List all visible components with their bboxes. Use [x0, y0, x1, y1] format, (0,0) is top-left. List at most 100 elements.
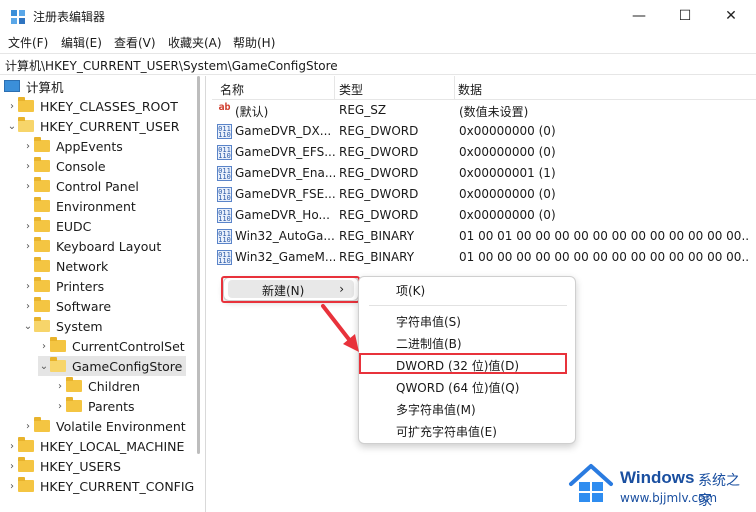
close-button[interactable]: ✕	[708, 0, 754, 32]
value-type: REG_BINARY	[339, 229, 415, 243]
tree-item-hkcr[interactable]: › HKEY_CLASSES_ROOT	[6, 96, 178, 116]
folder-icon	[18, 457, 34, 472]
chevron-right-icon[interactable]: ›	[22, 176, 34, 196]
tree-pane: 计算机 › HKEY_CLASSES_ROOT ⌄ HKEY_CURRENT_USE…	[0, 76, 206, 512]
tree-item-hklm[interactable]: › HKEY_LOCAL_MACHINE	[6, 436, 184, 456]
tree-item-printers[interactable]: › Printers	[22, 276, 104, 296]
binary-value-icon: 011 110	[217, 229, 232, 244]
table-row[interactable]: 011 110 Win32_GameM... REG_BINARY 01 00 …	[212, 247, 756, 268]
tree-item-hkcc[interactable]: › HKEY_CURRENT_CONFIG	[6, 476, 194, 496]
submenu-item-key[interactable]: 项(K)	[396, 282, 425, 299]
tree-item-label: HKEY_LOCAL_MACHINE	[40, 438, 185, 454]
value-data: 01 00 01 00 00 00 00 00 00 00 00 00 00 0…	[459, 229, 749, 243]
folder-icon	[34, 237, 50, 252]
folder-icon	[18, 477, 34, 492]
chevron-right-icon[interactable]: ›	[54, 396, 66, 416]
address-bar[interactable]: 计算机\HKEY_CURRENT_USER\System\GameConfigS…	[0, 53, 756, 75]
string-value-icon: ab	[218, 102, 231, 113]
tree-item-software[interactable]: › Software	[22, 296, 111, 316]
value-data: 0x00000000 (0)	[459, 187, 556, 201]
tree-item-label: System	[56, 318, 103, 334]
chevron-right-icon[interactable]: ›	[22, 136, 34, 156]
chevron-right-icon[interactable]: ›	[6, 436, 18, 456]
table-row[interactable]: 011 110 GameDVR_DX... REG_DWORD 0x000000…	[212, 121, 756, 142]
tree-item-computer[interactable]: 计算机	[4, 76, 64, 96]
submenu-item-expandable-string[interactable]: 可扩充字符串值(E)	[396, 423, 497, 440]
chevron-down-icon[interactable]: ⌄	[22, 316, 34, 336]
tree-item-hku[interactable]: › HKEY_USERS	[6, 456, 121, 476]
table-row[interactable]: 011 110 Win32_AutoGa... REG_BINARY 01 00…	[212, 226, 756, 247]
registry-editor-icon	[11, 10, 25, 24]
menu-edit[interactable]: 编辑(E)	[61, 34, 102, 51]
binary-value-icon: 011 110	[217, 208, 232, 223]
chevron-right-icon[interactable]: ›	[22, 296, 34, 316]
minimize-button[interactable]: —	[616, 0, 662, 32]
tree-item-label: CurrentControlSet	[72, 338, 185, 354]
table-row[interactable]: ab (默认) REG_SZ (数值未设置)	[212, 100, 756, 121]
tree-item-hkcu[interactable]: ⌄ HKEY_CURRENT_USER	[6, 116, 179, 136]
address-path[interactable]: 计算机\HKEY_CURRENT_USER\System\GameConfigS…	[5, 57, 338, 74]
tree-item-eudc[interactable]: › EUDC	[22, 216, 91, 236]
table-row[interactable]: 011 110 GameDVR_Ho... REG_DWORD 0x000000…	[212, 205, 756, 226]
chevron-right-icon[interactable]: ›	[6, 456, 18, 476]
chevron-down-icon[interactable]: ⌄	[6, 116, 18, 136]
tree-scrollbar[interactable]	[197, 76, 200, 454]
submenu-item-multi-string[interactable]: 多字符串值(M)	[396, 401, 476, 418]
folder-icon	[34, 177, 50, 192]
tree-item-gameconfigstore[interactable]: ⌄ GameConfigStore	[38, 356, 187, 376]
menu-file[interactable]: 文件(F)	[8, 34, 48, 51]
value-name: Win32_AutoGa...	[235, 229, 335, 243]
tree-item-children[interactable]: › Children	[54, 376, 140, 396]
chevron-down-icon[interactable]: ⌄	[38, 356, 50, 376]
column-header-type[interactable]: 类型	[339, 76, 455, 100]
folder-icon	[34, 137, 50, 152]
folder-open-icon	[34, 317, 50, 332]
tree-item-label: EUDC	[56, 218, 92, 234]
tree-item-network[interactable]: Network	[22, 256, 108, 276]
submenu-item-qword[interactable]: QWORD (64 位)值(Q)	[396, 379, 519, 396]
chevron-placeholder	[22, 196, 34, 216]
table-row[interactable]: 011 110 GameDVR_EFS... REG_DWORD 0x00000…	[212, 142, 756, 163]
chevron-right-icon[interactable]: ›	[22, 416, 34, 436]
folder-icon	[34, 277, 50, 292]
tree-item-currentcontrolset[interactable]: › CurrentControlSet	[38, 336, 185, 356]
column-header-data[interactable]: 数据	[458, 76, 748, 100]
chevron-right-icon[interactable]: ›	[6, 96, 18, 116]
value-type: REG_DWORD	[339, 166, 419, 180]
chevron-right-icon[interactable]: ›	[38, 336, 50, 356]
watermark-url: www.bjjmlv.com	[620, 491, 718, 505]
maximize-button[interactable]: ☐	[662, 0, 708, 32]
menu-favorites[interactable]: 收藏夹(A)	[168, 34, 222, 51]
tree-item-system[interactable]: ⌄ System	[22, 316, 103, 336]
chevron-right-icon[interactable]: ›	[22, 156, 34, 176]
folder-icon	[34, 217, 50, 232]
tree-item-parents[interactable]: › Parents	[54, 396, 135, 416]
tree-item-volatile-environment[interactable]: › Volatile Environment	[22, 416, 186, 436]
chevron-right-icon[interactable]: ›	[22, 236, 34, 256]
value-type: REG_DWORD	[339, 145, 419, 159]
submenu-item-string[interactable]: 字符串值(S)	[396, 313, 461, 330]
menu-help[interactable]: 帮助(H)	[233, 34, 275, 51]
chevron-right-icon[interactable]: ›	[22, 216, 34, 236]
value-data: 0x00000000 (0)	[459, 124, 556, 138]
table-row[interactable]: 011 110 GameDVR_FSE... REG_DWORD 0x00000…	[212, 184, 756, 205]
chevron-right-icon[interactable]: ›	[54, 376, 66, 396]
tree-item-label: Control Panel	[56, 178, 139, 194]
chevron-right-icon[interactable]: ›	[22, 276, 34, 296]
tree-item-label: HKEY_USERS	[40, 458, 121, 474]
chevron-right-icon[interactable]: ›	[6, 476, 18, 496]
tree-item-environment[interactable]: Environment	[22, 196, 136, 216]
submenu-item-binary[interactable]: 二进制值(B)	[396, 335, 462, 352]
table-row[interactable]: 011 110 GameDVR_Ena... REG_DWORD 0x00000…	[212, 163, 756, 184]
tree-item-control-panel[interactable]: › Control Panel	[22, 176, 139, 196]
tree-item-console[interactable]: › Console	[22, 156, 106, 176]
folder-icon	[66, 397, 82, 412]
folder-icon	[34, 157, 50, 172]
menu-view[interactable]: 查看(V)	[114, 34, 156, 51]
tree-item-keyboard-layout[interactable]: › Keyboard Layout	[22, 236, 161, 256]
tree-item-appevents[interactable]: › AppEvents	[22, 136, 123, 156]
value-data: (数值未设置)	[459, 105, 529, 119]
submenu-separator	[369, 305, 567, 306]
column-header-name[interactable]: 名称	[220, 76, 335, 100]
watermark: Windows 系统之家 www.bjjmlv.com	[567, 462, 753, 510]
